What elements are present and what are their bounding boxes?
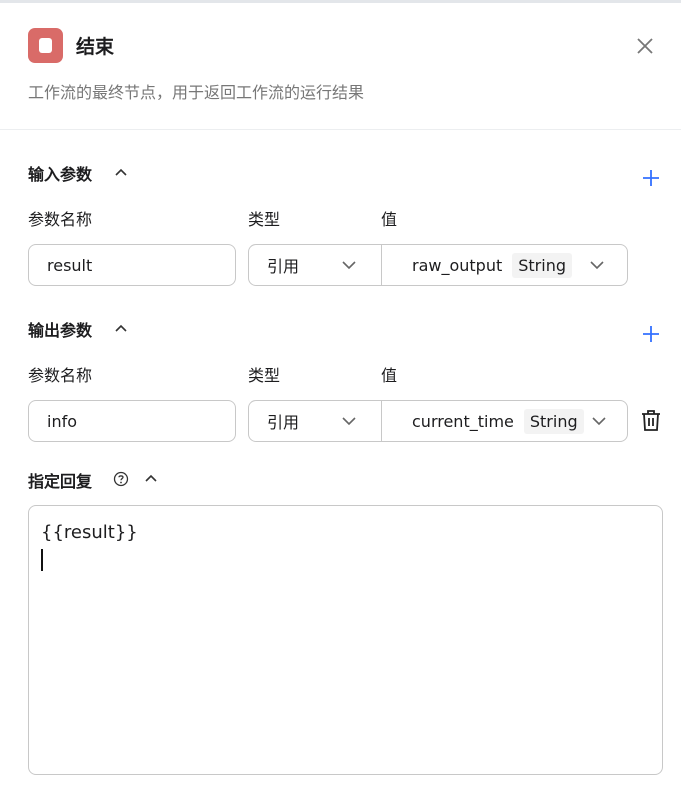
type-value: 引用	[267, 413, 300, 432]
value-type-tag: String	[512, 252, 572, 278]
param-name-input[interactable]: result	[28, 244, 236, 286]
chevron-down-icon	[342, 417, 356, 426]
node-title: 结束	[76, 36, 115, 58]
col-value-label: 值	[381, 366, 398, 385]
value-ref: current_time	[412, 411, 514, 431]
param-type-value-select[interactable]: 引用 current_time String	[248, 400, 628, 442]
input-section-title: 输入参数	[28, 165, 93, 184]
reply-content: {{result}}	[41, 522, 138, 543]
reply-textarea[interactable]: {{result}}	[28, 505, 663, 775]
col-type-label: 类型	[248, 210, 281, 229]
divider	[0, 129, 681, 130]
chevron-up-icon[interactable]	[114, 165, 128, 179]
close-icon[interactable]	[634, 35, 656, 57]
add-output-button[interactable]	[641, 324, 661, 344]
col-type-label: 类型	[248, 366, 281, 385]
chevron-down-icon	[590, 261, 604, 270]
col-name-label: 参数名称	[28, 210, 93, 229]
chevron-up-icon[interactable]	[144, 471, 158, 485]
value-select[interactable]: raw_output String	[382, 245, 627, 285]
param-name-input[interactable]: info	[28, 400, 236, 442]
node-description: 工作流的最终节点，用于返回工作流的运行结果	[28, 83, 365, 102]
type-select[interactable]: 引用	[249, 401, 382, 441]
col-name-label: 参数名称	[28, 366, 93, 385]
param-type-value-select[interactable]: 引用 raw_output String	[248, 244, 628, 286]
value-select[interactable]: current_time String	[382, 401, 627, 441]
type-value: 引用	[267, 257, 300, 276]
value-type-tag: String	[523, 408, 584, 434]
help-icon[interactable]	[113, 471, 129, 487]
type-select[interactable]: 引用	[249, 245, 382, 285]
stop-icon	[28, 28, 63, 63]
chevron-down-icon	[592, 417, 606, 426]
chevron-up-icon[interactable]	[114, 321, 128, 335]
top-border	[0, 0, 681, 3]
chevron-down-icon	[342, 261, 356, 270]
reply-section-title: 指定回复	[28, 472, 93, 491]
add-input-button[interactable]	[641, 168, 661, 188]
output-section-title: 输出参数	[28, 321, 93, 340]
value-ref: raw_output	[412, 255, 503, 275]
text-caret	[41, 549, 43, 571]
col-value-label: 值	[381, 210, 398, 229]
trash-icon[interactable]	[640, 409, 662, 433]
